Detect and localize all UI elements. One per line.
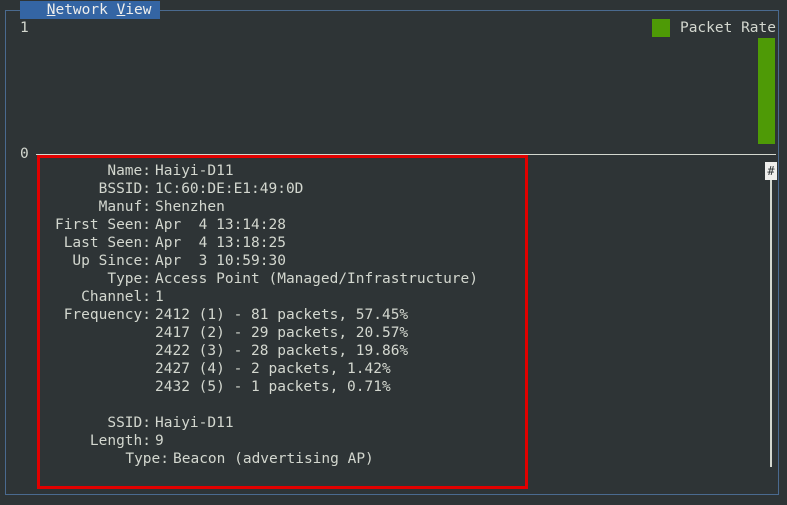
selection-highlight-box [37,155,528,489]
y-axis-max-label: 1 [20,20,29,36]
legend-label: Packet Rate [679,20,776,36]
title-hotkey-v: V [116,2,126,18]
scrollbar-thumb[interactable]: # [765,162,777,180]
window-title[interactable]: Network View [20,1,160,19]
legend-swatch [651,19,670,37]
title-suffix: iew [125,2,152,18]
title-prefix [38,2,47,18]
title-middle: etwork [55,2,117,18]
y-axis-min-label: 0 [20,146,29,162]
details-scrollbar[interactable] [770,162,772,467]
packet-rate-bar [758,38,775,144]
chart-legend: Packet Rate [651,19,776,37]
